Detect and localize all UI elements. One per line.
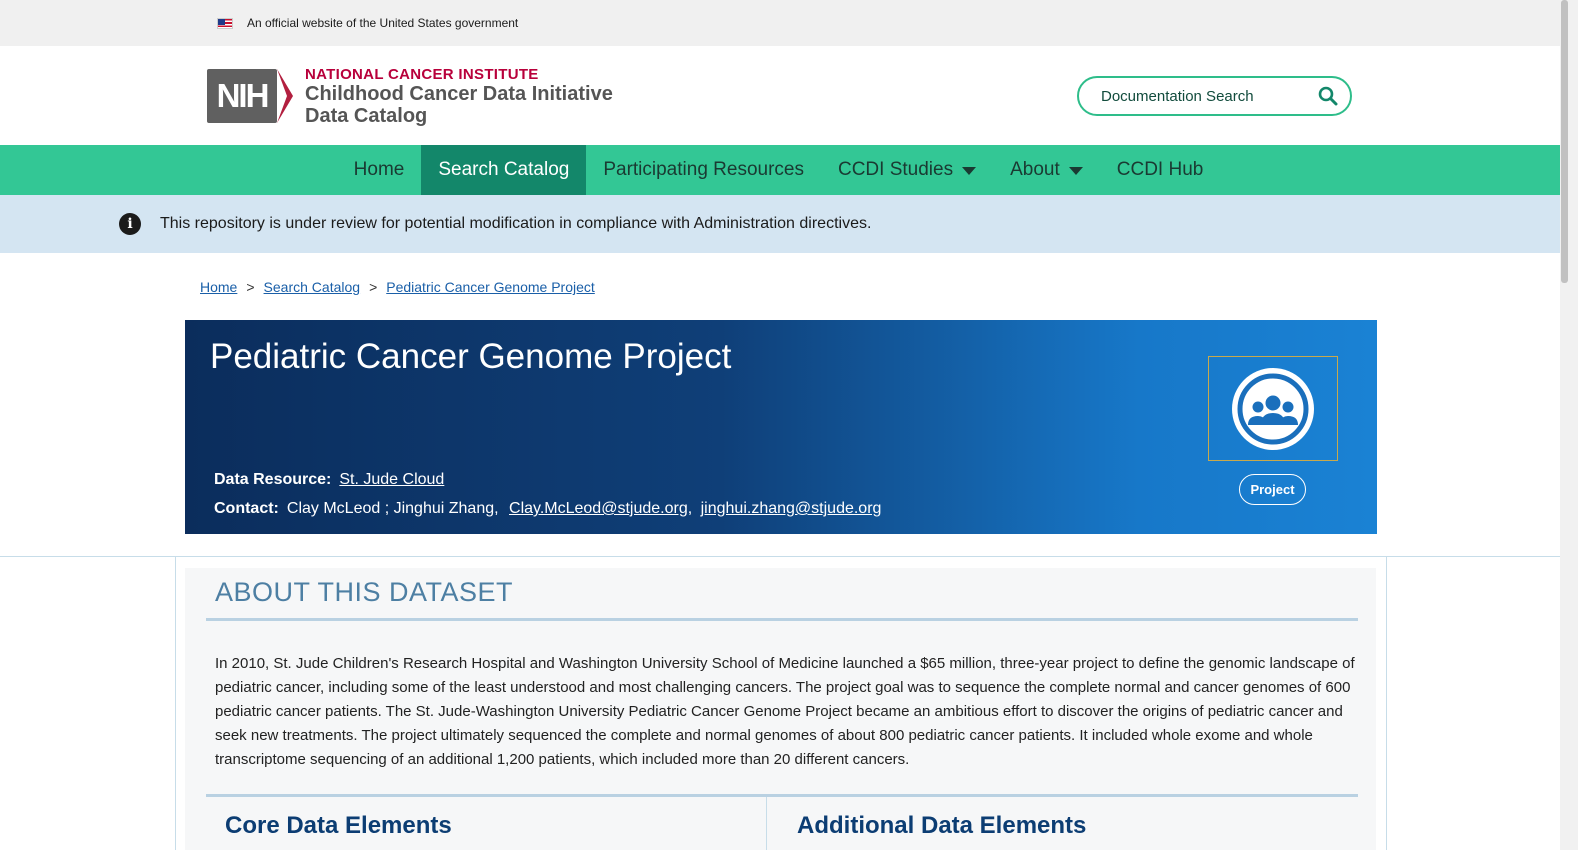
contact-email-mcleod[interactable]: Clay.McLeod@stjude.org	[509, 500, 688, 517]
nav-ccdi-studies-label: CCDI Studies	[837, 159, 954, 180]
nav-search-catalog[interactable]: Search Catalog	[421, 145, 587, 195]
alert-text: This repository is under review for pote…	[160, 215, 872, 232]
breadcrumb-separator: >	[246, 279, 255, 295]
about-rule	[206, 618, 1358, 621]
nav-home[interactable]: Home	[337, 145, 422, 195]
scrollbar-thumb[interactable]	[1561, 0, 1568, 283]
breadcrumb-search-catalog[interactable]: Search Catalog	[264, 279, 361, 295]
content-border-left	[175, 556, 176, 850]
nav-home-label: Home	[353, 159, 405, 180]
nav-search-catalog-label: Search Catalog	[438, 159, 570, 180]
chevron-down-icon	[1068, 167, 1083, 175]
nav-ccdi-hub[interactable]: CCDI Hub	[1100, 145, 1221, 195]
review-alert: i This repository is under review for po…	[0, 195, 1560, 253]
hero-meta: Data Resource: St. Jude Cloud Contact: Cla…	[214, 465, 881, 523]
project-badge	[1208, 356, 1338, 461]
page-title: Pediatric Cancer Genome Project	[210, 337, 732, 376]
logo-line2: Data Catalog	[305, 104, 428, 127]
group-people-icon	[1232, 367, 1314, 450]
data-resource-label: Data Resource:	[214, 471, 332, 488]
main-nav: Home Search Catalog Participating Resour…	[0, 145, 1560, 195]
site-header: NIH NATIONAL CANCER INSTITUTE Childhood …	[0, 46, 1560, 145]
site-logo[interactable]: NIH NATIONAL CANCER INSTITUTE Childhood …	[207, 67, 613, 126]
gov-banner-text: An official website of the United States…	[247, 16, 519, 30]
about-rule-bottom	[206, 794, 1358, 797]
project-type-badge: Project	[1239, 474, 1306, 505]
documentation-search-input[interactable]	[1099, 86, 1309, 106]
breadcrumb-separator: >	[369, 279, 378, 295]
logo-line1: Childhood Cancer Data Initiative	[305, 82, 613, 105]
content-border-right	[1386, 556, 1387, 850]
info-icon: i	[119, 213, 141, 235]
chevron-down-icon	[962, 167, 977, 175]
data-resource-row: Data Resource: St. Jude Cloud	[214, 465, 881, 494]
data-resource-link[interactable]: St. Jude Cloud	[339, 471, 444, 488]
nih-chevron-icon	[277, 69, 293, 123]
nav-about-label: About	[1010, 159, 1060, 180]
additional-data-elements-title: Additional Data Elements	[797, 812, 1087, 839]
nih-logo-mark: NIH	[207, 69, 277, 123]
about-title: ABOUT THIS DATASET	[215, 577, 514, 607]
breadcrumb-home[interactable]: Home	[200, 279, 237, 295]
contact-label: Contact:	[214, 500, 279, 517]
nav-about[interactable]: About	[993, 145, 1100, 195]
contact-email-zhang[interactable]: jinghui.zhang@stjude.org	[701, 500, 882, 517]
column-divider	[766, 797, 767, 850]
contact-row: Contact: Clay McLeod ; Jinghui Zhang, Cla…	[214, 494, 881, 523]
breadcrumb-current[interactable]: Pediatric Cancer Genome Project	[386, 279, 595, 295]
us-flag-icon	[217, 17, 233, 29]
nav-participating-resources[interactable]: Participating Resources	[586, 145, 821, 195]
core-data-elements-title: Core Data Elements	[225, 812, 452, 839]
about-dataset-panel: ABOUT THIS DATASET In 2010, St. Jude Chi…	[185, 568, 1376, 850]
logo-text: NATIONAL CANCER INSTITUTE Childhood Canc…	[305, 67, 613, 126]
documentation-search	[1077, 76, 1352, 116]
breadcrumb: Home > Search Catalog > Pediatric Cancer…	[200, 279, 595, 295]
nav-ccdi-studies[interactable]: CCDI Studies	[821, 145, 993, 195]
section-divider	[0, 556, 1560, 557]
about-description: In 2010, St. Jude Children's Research Ho…	[215, 655, 1355, 768]
dataset-hero: Pediatric Cancer Genome Project Data Res…	[185, 320, 1377, 534]
nav-participating-resources-label: Participating Resources	[603, 159, 804, 180]
search-icon[interactable]	[1318, 86, 1338, 106]
nav-ccdi-hub-label: CCDI Hub	[1116, 159, 1204, 180]
gov-banner: An official website of the United States…	[0, 0, 1560, 46]
logo-institute: NATIONAL CANCER INSTITUTE	[305, 65, 539, 83]
contact-separator: ,	[687, 500, 693, 517]
contact-names: Clay McLeod ; Jinghui Zhang,	[286, 500, 499, 517]
